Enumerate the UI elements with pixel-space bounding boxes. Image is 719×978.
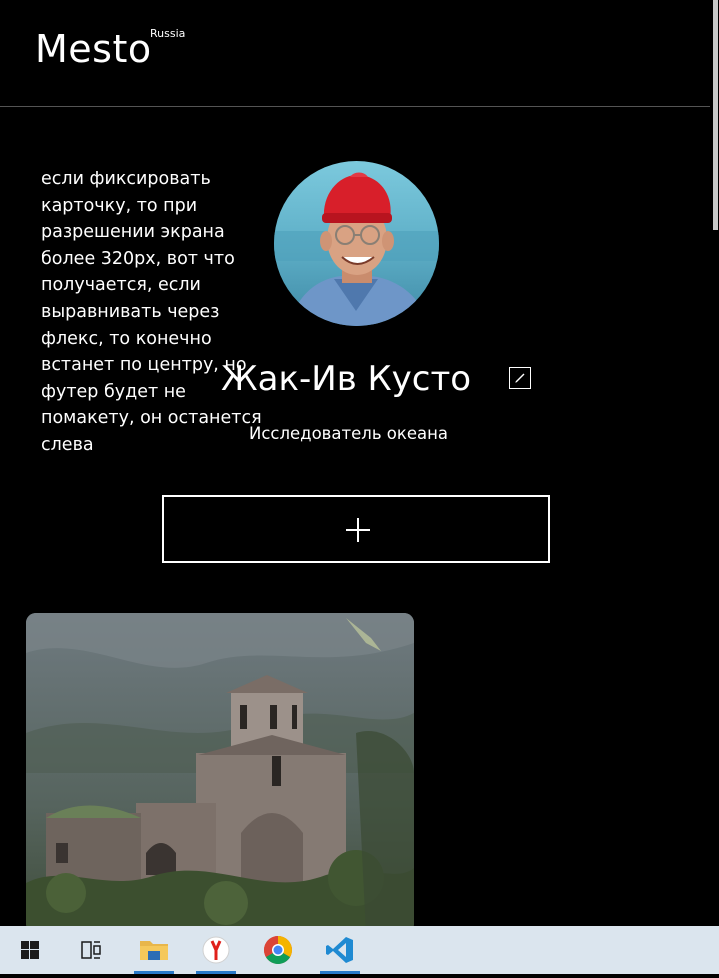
- header-logo: Mesto Russia: [35, 26, 185, 72]
- chrome-icon: [264, 936, 292, 964]
- header-divider: [0, 106, 719, 107]
- card-image[interactable]: [26, 613, 414, 933]
- vscode-icon: [326, 937, 353, 963]
- pencil-icon: [515, 373, 525, 383]
- logo-text: Mesto: [35, 27, 152, 71]
- windows-start-button[interactable]: [6, 926, 54, 974]
- profile-about: Исследователь океана: [249, 424, 449, 443]
- chrome-button[interactable]: [254, 926, 302, 974]
- task-view-button[interactable]: [66, 926, 114, 974]
- add-card-button[interactable]: [162, 495, 550, 563]
- note-text: если фиксировать карточку, то при разреш…: [41, 169, 262, 455]
- file-explorer-button[interactable]: [130, 926, 178, 974]
- edit-profile-button[interactable]: [509, 367, 531, 389]
- windows-logo-icon: [21, 941, 39, 959]
- yandex-icon: [202, 936, 230, 964]
- place-card[interactable]: [26, 613, 414, 933]
- avatar-image: [274, 161, 439, 326]
- profile-name: Жак-Ив Кусто: [221, 359, 472, 399]
- folder-icon: [140, 941, 168, 960]
- scrollbar-thumb[interactable]: [713, 0, 718, 230]
- task-view-icon: [81, 941, 101, 959]
- yandex-browser-button[interactable]: [192, 926, 240, 974]
- vscode-button[interactable]: [316, 926, 364, 974]
- plus-icon: [346, 518, 370, 542]
- profile-avatar[interactable]: [274, 161, 439, 326]
- windows-taskbar: [0, 926, 719, 974]
- logo-subtitle: Russia: [150, 27, 186, 40]
